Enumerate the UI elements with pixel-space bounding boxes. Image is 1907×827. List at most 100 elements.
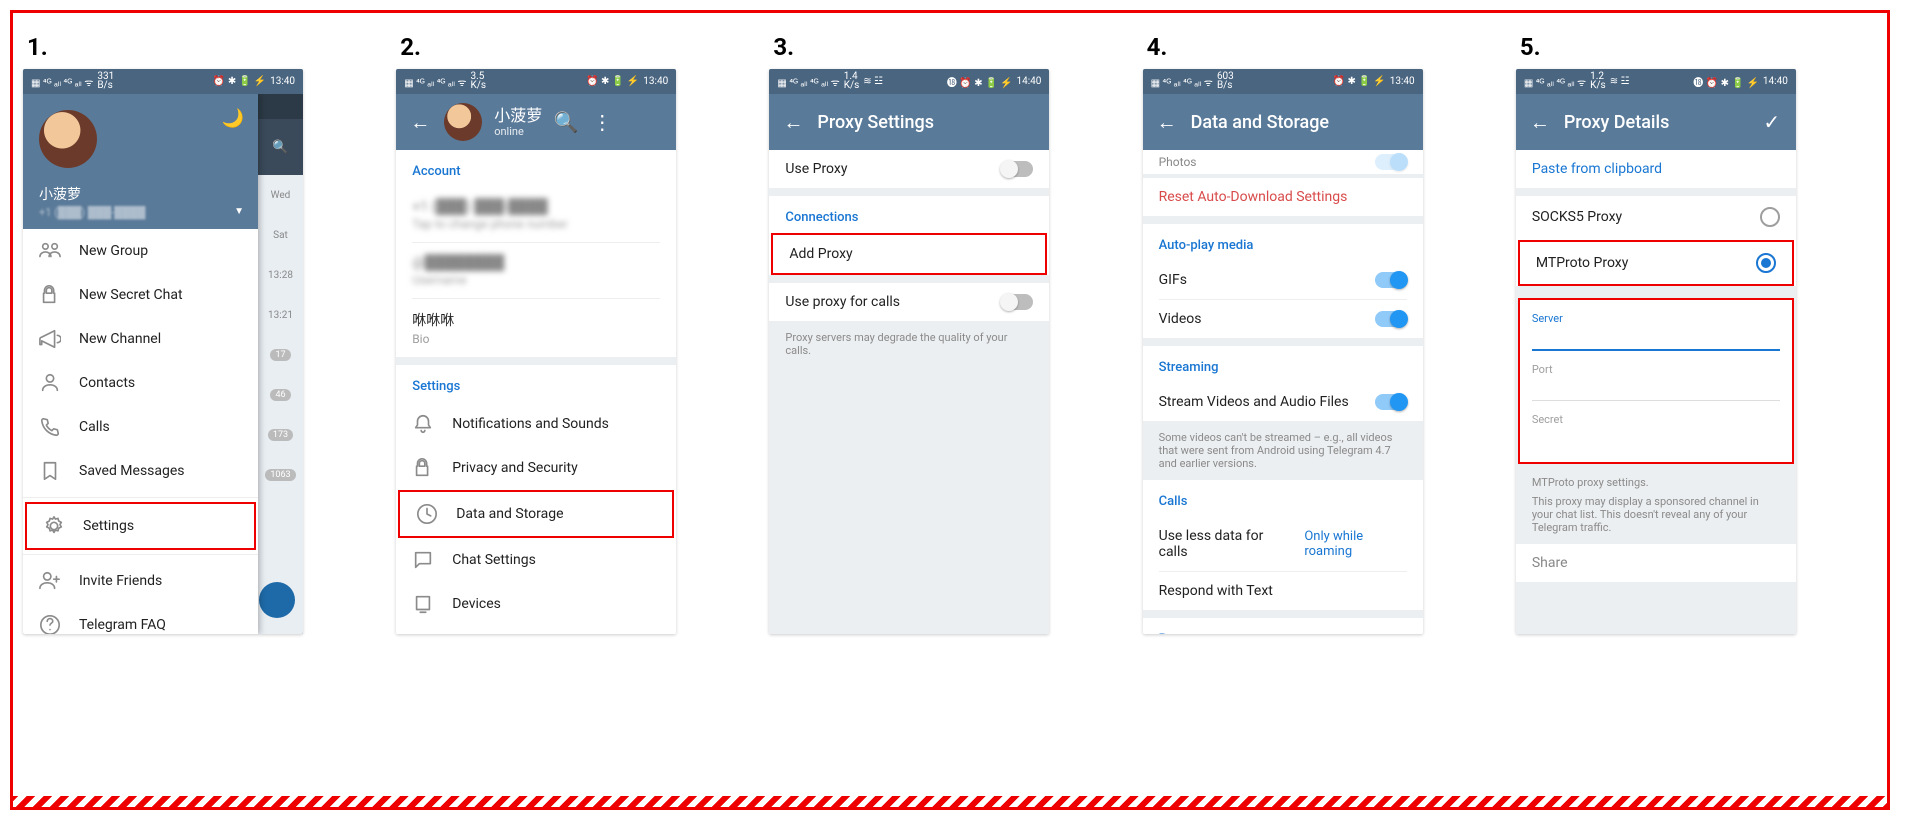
- more-icon[interactable]: ⋮: [590, 110, 614, 134]
- mtproto-radio[interactable]: [1756, 253, 1776, 273]
- drawer-item-label: Settings: [83, 518, 134, 534]
- avatar[interactable]: [39, 110, 97, 168]
- lock-icon: [39, 284, 61, 306]
- stream-row[interactable]: Stream Videos and Audio Files: [1143, 383, 1423, 421]
- stream-toggle[interactable]: [1375, 394, 1407, 410]
- settings-item-chat settings[interactable]: Chat Settings: [396, 538, 676, 582]
- secret-input[interactable]: [1532, 426, 1780, 450]
- settings-item-devices[interactable]: Devices: [396, 582, 676, 626]
- step-number: 4.: [1147, 33, 1504, 61]
- night-mode-icon[interactable]: 🌙: [222, 108, 244, 129]
- proxy-body: Use Proxy Connections Add Proxy Use prox…: [769, 150, 1049, 634]
- use-proxy-calls-row[interactable]: Use proxy for calls: [769, 283, 1049, 321]
- section-autoplay: Auto-play media: [1143, 224, 1423, 261]
- socks5-radio[interactable]: [1760, 207, 1780, 227]
- bell-icon: [412, 413, 434, 435]
- back-icon[interactable]: ←: [1528, 110, 1552, 134]
- videos-toggle[interactable]: [1375, 311, 1407, 327]
- server-input[interactable]: [1532, 325, 1780, 351]
- share-row[interactable]: Share: [1516, 544, 1796, 582]
- search-icon[interactable]: 🔍: [258, 119, 303, 175]
- settings-item-data and storage[interactable]: Data and Storage: [398, 490, 674, 538]
- proxy-details-body: Paste from clipboard SOCKS5 Proxy MTProt…: [1516, 150, 1796, 634]
- step-number: 2.: [400, 33, 757, 61]
- back-icon[interactable]: ←: [1155, 110, 1179, 134]
- drawer-item-invite friends[interactable]: Invite Friends: [23, 559, 258, 603]
- drawer-item-new secret chat[interactable]: New Secret Chat: [23, 273, 258, 317]
- port-field[interactable]: Port: [1520, 357, 1792, 407]
- drawer-item-label: New Secret Chat: [79, 287, 183, 303]
- drawer-username: 小菠萝: [39, 184, 242, 204]
- photos-row[interactable]: Photos: [1143, 150, 1423, 174]
- respond-text-row[interactable]: Respond with Text: [1143, 572, 1423, 610]
- settings-item-privacy and security[interactable]: Privacy and Security: [396, 446, 676, 490]
- account-username[interactable]: @████████Username: [396, 243, 676, 298]
- drawer-item-calls[interactable]: Calls: [23, 405, 258, 449]
- step-3: 3. ▦ ⁴ᴳ ₐₗₗ ⁴ᴳ ₐₗₗ ᯤ1.4K/s≋ ☳ ⓲ ⏰ ✱ 🔋 ⚡1…: [769, 33, 1130, 807]
- section-settings: Settings: [396, 365, 676, 402]
- step-number: 3.: [773, 33, 1130, 61]
- socks5-row[interactable]: SOCKS5 Proxy: [1516, 196, 1796, 238]
- reset-autodownload[interactable]: Reset Auto-Download Settings: [1143, 178, 1423, 216]
- drawer-item-label: New Channel: [79, 331, 161, 347]
- status-bar: ▦ ⁴ᴳ ₐₗₗ ⁴ᴳ ₐₗₗ ᯤ1.2K/s≋ ☳ ⓲ ⏰ ✱ 🔋 ⚡14:4…: [1516, 69, 1796, 94]
- less-data-row[interactable]: Use less data for callsOnly while roamin…: [1143, 517, 1423, 571]
- avatar[interactable]: [444, 103, 482, 141]
- chat-preview: 17: [258, 335, 303, 375]
- back-icon[interactable]: ←: [408, 110, 432, 134]
- drawer-item-label: Telegram FAQ: [79, 617, 166, 633]
- photos-toggle[interactable]: [1375, 154, 1407, 170]
- data-icon: [416, 503, 438, 525]
- settings-item-label: Privacy and Security: [452, 460, 578, 476]
- use-proxy-calls-toggle[interactable]: [1001, 294, 1033, 310]
- drawer-item-telegram faq[interactable]: Telegram FAQ: [23, 603, 258, 634]
- videos-row[interactable]: Videos: [1143, 300, 1423, 338]
- chat-preview: 13:28: [258, 255, 303, 295]
- secret-field[interactable]: Secret: [1520, 407, 1792, 456]
- step-number: 1.: [27, 33, 384, 61]
- server-field[interactable]: Server: [1520, 306, 1792, 357]
- drawer-item-new channel[interactable]: New Channel: [23, 317, 258, 361]
- section-calls: Calls: [1143, 480, 1423, 517]
- confirm-icon[interactable]: ✓: [1760, 110, 1784, 134]
- gifs-toggle[interactable]: [1375, 272, 1407, 288]
- expand-icon[interactable]: ▼: [234, 206, 244, 217]
- account-phone[interactable]: +1 (███) ███-████Tap to change phone num…: [396, 187, 676, 242]
- compose-fab[interactable]: [259, 582, 295, 618]
- app-bar: ← Proxy Settings: [769, 94, 1049, 150]
- settings-item-notifications and sounds[interactable]: Notifications and Sounds: [396, 402, 676, 446]
- phone-5: ▦ ⁴ᴳ ₐₗₗ ⁴ᴳ ₐₗₗ ᯤ1.2K/s≋ ☳ ⓲ ⏰ ✱ 🔋 ⚡14:4…: [1516, 69, 1796, 634]
- use-proxy-toggle[interactable]: [1001, 161, 1033, 177]
- drawer-item-label: New Group: [79, 243, 148, 259]
- gifs-row[interactable]: GIFs: [1143, 261, 1423, 299]
- drawer-item-saved messages[interactable]: Saved Messages: [23, 449, 258, 493]
- settings-item-label: Data and Storage: [456, 506, 563, 522]
- step-1: 1. ▦ ⁴ᴳ ₐₗₗ ⁴ᴳ ₐₗₗ ᯤ331B/s ⏰ ✱ 🔋 ⚡13:40 …: [23, 33, 384, 807]
- chat-preview: 13:21: [258, 295, 303, 335]
- drawer-screen: 🔍 WedSat13:2813:2117461731063 🌙 小菠萝 +1 (…: [23, 94, 303, 634]
- settings-item-label: Chat Settings: [452, 552, 536, 568]
- bookmark-icon: [39, 460, 61, 482]
- port-input[interactable]: [1532, 376, 1780, 401]
- account-bio[interactable]: 咻咻咻Bio: [396, 299, 676, 357]
- chat-preview: 1063: [258, 455, 303, 495]
- back-icon[interactable]: ←: [781, 110, 805, 134]
- drawer-item-label: Calls: [79, 419, 110, 435]
- use-proxy-row[interactable]: Use Proxy: [769, 150, 1049, 188]
- mtproto-row[interactable]: MTProto Proxy: [1518, 240, 1794, 286]
- page-title: Proxy Settings: [817, 112, 1037, 133]
- settings-item-label: Devices: [452, 596, 501, 612]
- settings-item-language[interactable]: Language: [396, 626, 676, 634]
- drawer-item-contacts[interactable]: Contacts: [23, 361, 258, 405]
- data-storage-body: Photos Reset Auto-Download Settings Auto…: [1143, 150, 1423, 634]
- tutorial-frame: 1. ▦ ⁴ᴳ ₐₗₗ ⁴ᴳ ₐₗₗ ᯤ331B/s ⏰ ✱ 🔋 ⚡13:40 …: [10, 10, 1890, 810]
- drawer-item-new group[interactable]: New Group: [23, 229, 258, 273]
- drawer-header: 🌙 小菠萝 +1 (███) ███-████ ▼: [23, 94, 258, 229]
- drawer-item-label: Invite Friends: [79, 573, 162, 589]
- settings-body: Account +1 (███) ███-████Tap to change p…: [396, 150, 676, 634]
- drawer-item-settings[interactable]: Settings: [25, 502, 256, 550]
- search-icon[interactable]: 🔍: [554, 110, 578, 134]
- paste-clipboard[interactable]: Paste from clipboard: [1516, 150, 1796, 188]
- phone-3: ▦ ⁴ᴳ ₐₗₗ ⁴ᴳ ₐₗₗ ᯤ1.4K/s≋ ☳ ⓲ ⏰ ✱ 🔋 ⚡14:4…: [769, 69, 1049, 634]
- add-proxy-row[interactable]: Add Proxy: [771, 233, 1047, 275]
